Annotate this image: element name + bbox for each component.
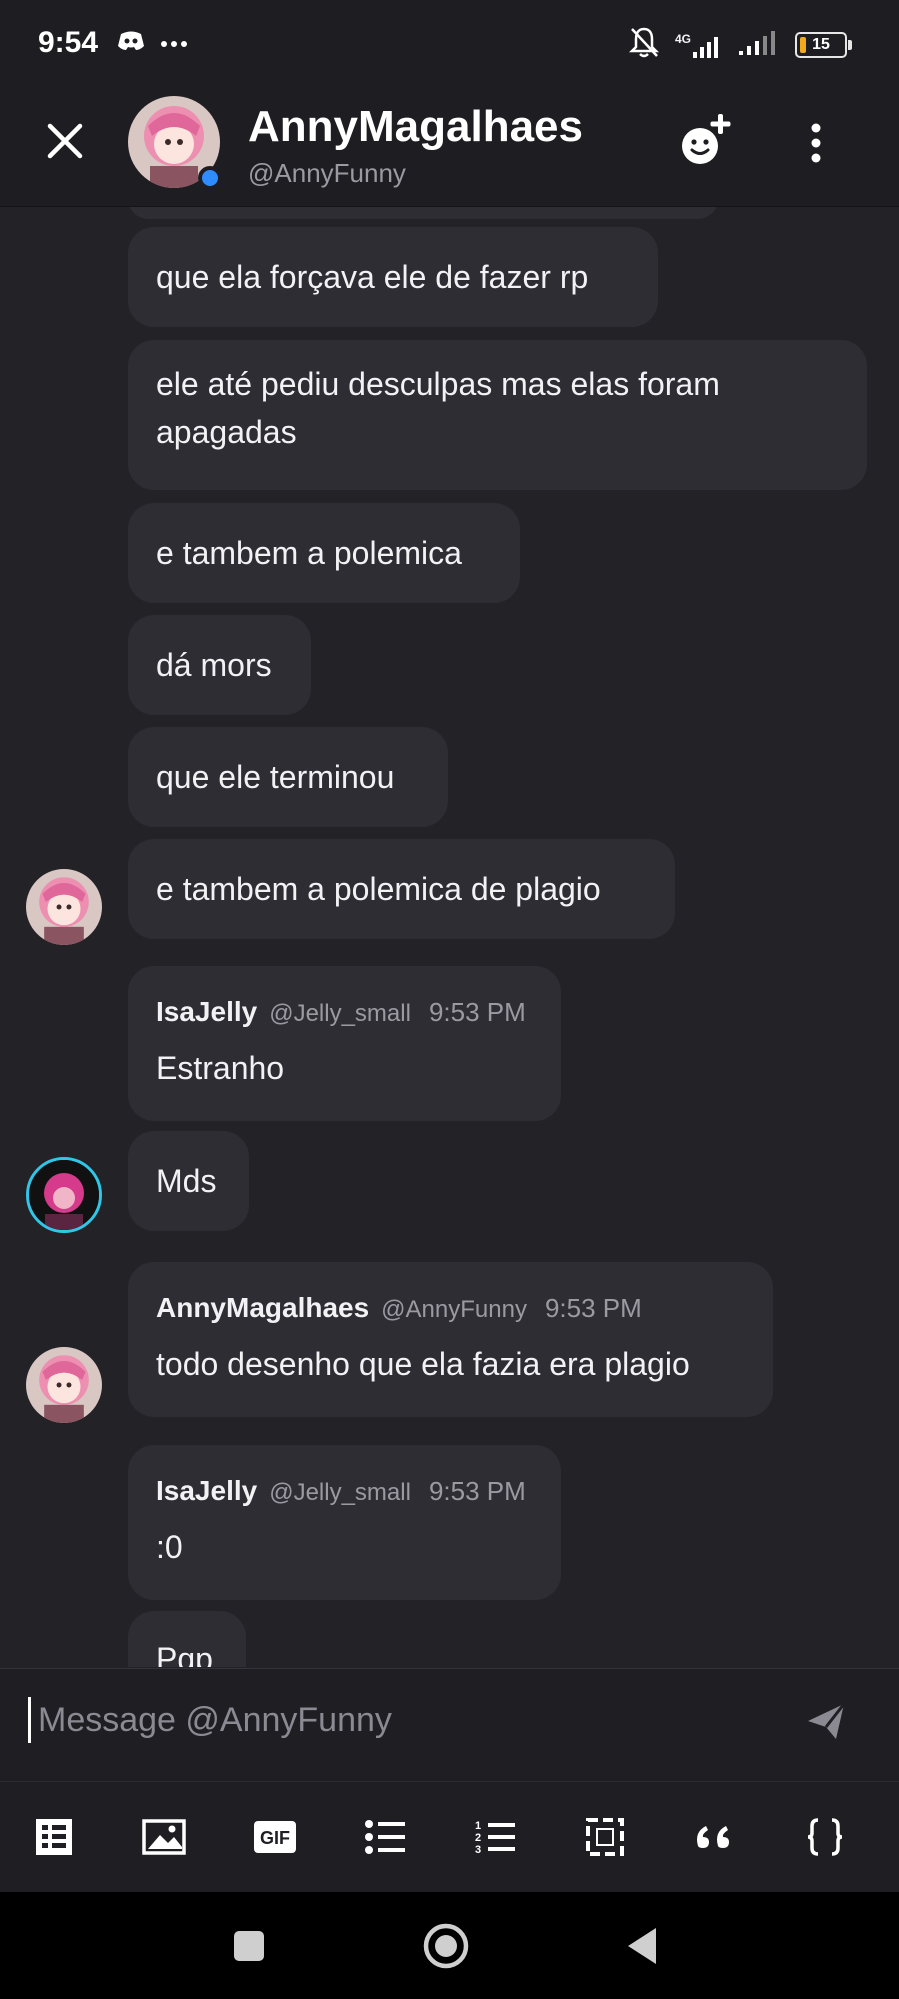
- message-bubble[interactable]: dá mors: [128, 615, 311, 715]
- signal-4g-icon: 4G: [675, 32, 723, 58]
- svg-text:1: 1: [475, 1820, 481, 1832]
- spoiler-button[interactable]: [31, 1814, 77, 1860]
- send-button[interactable]: [804, 1699, 848, 1743]
- chat-header: AnnyMagalhaes @AnnyFunny: [0, 88, 899, 207]
- message-author[interactable]: AnnyMagalhaes: [156, 1284, 369, 1332]
- spoiler-icon: [36, 1819, 72, 1855]
- bell-muted-icon: [628, 26, 660, 63]
- image-button[interactable]: [141, 1814, 187, 1860]
- message-text: :0: [156, 1529, 183, 1565]
- message-handle: @Jelly_small: [269, 1479, 411, 1506]
- message-timestamp: 9:53 PM: [428, 997, 526, 1027]
- message-text: e tambem a polemica: [156, 535, 462, 571]
- avatar[interactable]: [26, 1347, 102, 1423]
- add-friend-button[interactable]: [676, 112, 736, 172]
- svg-text:3: 3: [475, 1844, 481, 1855]
- close-icon: [47, 123, 83, 159]
- message-bubble[interactable]: ele até pediu desculpas mas elas foram a…: [128, 340, 867, 490]
- message-text: Mds: [156, 1163, 217, 1199]
- message-bubble[interactable]: Mds: [128, 1131, 249, 1231]
- message-text: e tambem a polemica de plagio: [156, 871, 601, 907]
- message-composer: [0, 1668, 899, 1781]
- message-text: dá mors: [156, 647, 272, 683]
- message-text: ele até pediu desculpas mas elas foram a…: [156, 366, 720, 450]
- battery-icon: 15: [795, 31, 852, 58]
- recents-icon: [234, 1931, 264, 1961]
- system-navigation-bar: [0, 1892, 899, 1999]
- discord-icon: [116, 30, 146, 57]
- online-status-icon: [198, 166, 222, 190]
- message-bubble[interactable]: e tambem a polemica de plagio: [128, 839, 675, 939]
- message-input[interactable]: [36, 1691, 800, 1749]
- back-icon: [628, 1928, 656, 1964]
- message-bubble[interactable]: Pqp: [128, 1611, 246, 1667]
- bullet-list-icon: [365, 1820, 405, 1854]
- quote-icon: [697, 1826, 729, 1848]
- bullet-list-button[interactable]: [362, 1814, 408, 1860]
- select-button[interactable]: [582, 1814, 628, 1860]
- message-author[interactable]: IsaJelly: [156, 988, 257, 1036]
- svg-text:2: 2: [475, 1832, 481, 1844]
- code-block-icon: [807, 1818, 843, 1856]
- message-bubble[interactable]: AnnyMagalhaes @AnnyFunny 9:53 PM todo de…: [128, 1262, 773, 1417]
- message-handle: @AnnyFunny: [381, 1296, 527, 1323]
- back-button[interactable]: [624, 1926, 660, 1966]
- svg-text:GIF: GIF: [260, 1828, 290, 1848]
- recents-button[interactable]: [232, 1929, 266, 1963]
- numbered-list-button[interactable]: 123: [472, 1814, 518, 1860]
- message-timestamp: 9:53 PM: [428, 1476, 526, 1506]
- image-icon: [142, 1819, 186, 1855]
- message-text: Pqp: [156, 1641, 213, 1667]
- select-icon: [586, 1818, 624, 1856]
- text-cursor: [28, 1697, 31, 1743]
- message-text: que ele terminou: [156, 759, 395, 795]
- numbered-list-icon: 123: [475, 1820, 515, 1855]
- message-timestamp: 9:53 PM: [544, 1293, 642, 1323]
- gif-icon: GIF: [254, 1821, 296, 1853]
- network-type: 4G: [674, 31, 691, 46]
- format-toolbar: GIF 123: [0, 1781, 899, 1892]
- smiley-add-icon: [682, 114, 731, 164]
- message-list[interactable]: que ela forçava ele de fazer rp ele até …: [0, 207, 899, 1667]
- more-options-button[interactable]: [800, 118, 832, 168]
- message-author[interactable]: IsaJelly: [156, 1467, 257, 1515]
- home-icon: [423, 1923, 469, 1969]
- message-bubble[interactable]: que ele terminou: [128, 727, 448, 827]
- message-bubble[interactable]: e tambem a polemica: [128, 503, 520, 603]
- battery-level: 15: [812, 35, 830, 53]
- signal-icon: [739, 29, 779, 60]
- more-notifications-icon: [160, 35, 188, 53]
- avatar[interactable]: [26, 869, 102, 945]
- message-text: Estranho: [156, 1050, 285, 1086]
- send-icon: [808, 1703, 846, 1739]
- message-handle: @Jelly_small: [269, 1000, 411, 1027]
- code-block-button[interactable]: [802, 1814, 848, 1860]
- close-button[interactable]: [40, 116, 90, 166]
- home-button[interactable]: [422, 1922, 470, 1970]
- message-text: que ela forçava ele de fazer rp: [156, 259, 589, 295]
- status-time: 9:54: [38, 26, 99, 59]
- header-username[interactable]: AnnyMagalhaes: [248, 102, 583, 152]
- header-handle: @AnnyFunny: [248, 158, 406, 188]
- message-text: todo desenho que ela fazia era plagio: [156, 1346, 690, 1382]
- quote-button[interactable]: [691, 1814, 737, 1860]
- message-bubble[interactable]: IsaJelly @Jelly_small 9:53 PM :0: [128, 1445, 561, 1600]
- gif-button[interactable]: GIF: [252, 1814, 298, 1860]
- message-bubble[interactable]: que ela forçava ele de fazer rp: [128, 227, 658, 327]
- status-bar: 9:54 4G 15: [0, 0, 899, 88]
- message-bubble[interactable]: IsaJelly @Jelly_small 9:53 PM Estranho: [128, 966, 561, 1121]
- kebab-menu-icon: [811, 123, 821, 163]
- avatar[interactable]: [26, 1157, 102, 1233]
